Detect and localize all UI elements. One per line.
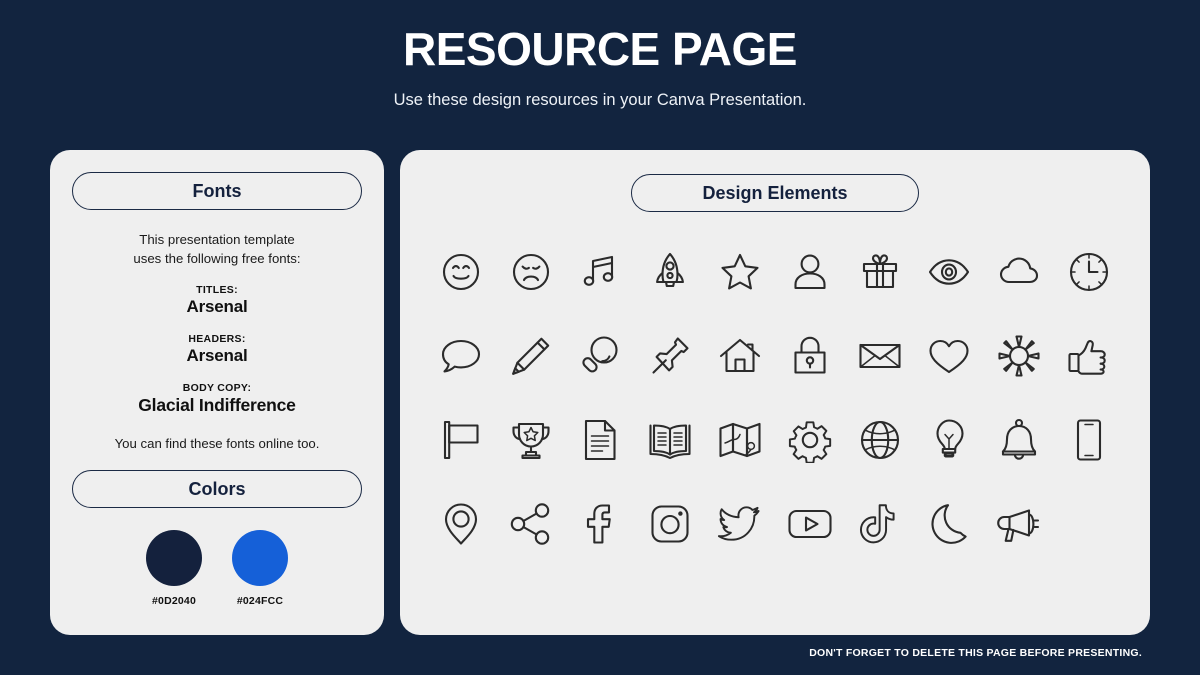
color-swatch-dot [146, 530, 202, 587]
smiley-face-icon[interactable] [426, 241, 496, 303]
design-elements-pill-label: Design Elements [702, 182, 848, 203]
envelope-icon[interactable] [845, 325, 915, 387]
page-header: RESOURCE PAGE Use these design resources… [0, 0, 1200, 110]
font-name-value: Arsenal [186, 346, 248, 366]
font-group-headers: HEADERS: Arsenal [72, 333, 362, 366]
font-role-label: BODY COPY: [182, 382, 252, 395]
lock-icon[interactable] [775, 325, 845, 387]
design-elements-pill[interactable]: Design Elements [631, 174, 919, 212]
colors-section: Colors #0D2040 #024FCC [72, 470, 362, 607]
page-subtitle: Use these design resources in your Canva… [393, 91, 807, 109]
design-elements-panel: Design Elements [400, 150, 1150, 635]
rocket-icon[interactable] [635, 241, 705, 303]
pushpin-icon[interactable] [635, 325, 705, 387]
fonts-section-pill[interactable]: Fonts [72, 172, 362, 210]
fonts-intro-line-1: This presentation template [139, 232, 295, 247]
music-note-icon[interactable] [566, 241, 636, 303]
location-pin-icon[interactable] [426, 493, 496, 555]
gear-icon[interactable] [775, 409, 845, 471]
page-title: RESOURCE PAGE [403, 23, 797, 75]
font-name-value: Glacial Indifference [138, 395, 296, 416]
font-group-titles: TITLES: Arsenal [72, 284, 362, 317]
font-role-label: HEADERS: [188, 333, 246, 346]
color-swatch-hex: #024FCC [236, 595, 284, 608]
twitter-icon[interactable] [705, 493, 775, 555]
fonts-pill-label: Fonts [192, 180, 242, 201]
pencil-icon[interactable] [496, 325, 566, 387]
megaphone-icon[interactable] [984, 493, 1054, 555]
globe-icon[interactable] [845, 409, 915, 471]
youtube-icon[interactable] [775, 493, 845, 555]
color-swatch-list: #0D2040 #024FCC [72, 530, 362, 607]
footer-note: DON'T FORGET TO DELETE THIS PAGE BEFORE … [809, 647, 1142, 659]
person-icon[interactable] [775, 241, 845, 303]
font-role-label: TITLES: [196, 284, 238, 297]
facebook-icon[interactable] [566, 493, 636, 555]
book-icon[interactable] [635, 409, 705, 471]
tiktok-icon[interactable] [845, 493, 915, 555]
share-icon[interactable] [496, 493, 566, 555]
thumbs-up-icon[interactable] [1054, 325, 1124, 387]
instagram-icon[interactable] [635, 493, 705, 555]
fonts-outro-text: You can find these fonts online too. [114, 436, 320, 452]
magnifier-icon[interactable] [566, 325, 636, 387]
color-swatch[interactable]: #0D2040 [134, 530, 214, 607]
font-group-body-copy: BODY COPY: Glacial Indifference [72, 382, 362, 416]
phone-icon[interactable] [1054, 409, 1124, 471]
fonts-panel: Fonts This presentation template uses th… [50, 150, 384, 635]
sun-icon[interactable] [984, 325, 1054, 387]
document-icon[interactable] [566, 409, 636, 471]
clock-icon[interactable] [1054, 241, 1124, 303]
heart-icon[interactable] [915, 325, 985, 387]
moon-icon[interactable] [915, 493, 985, 555]
sad-face-icon[interactable] [496, 241, 566, 303]
gift-icon[interactable] [845, 241, 915, 303]
fonts-intro-text: This presentation template uses the foll… [72, 230, 362, 268]
color-swatch[interactable]: #024FCC [220, 530, 300, 607]
map-icon[interactable] [705, 409, 775, 471]
star-icon[interactable] [705, 241, 775, 303]
house-icon[interactable] [705, 325, 775, 387]
eye-icon[interactable] [915, 241, 985, 303]
trophy-icon[interactable] [496, 409, 566, 471]
colors-section-pill[interactable]: Colors [72, 470, 362, 509]
lightbulb-icon[interactable] [915, 409, 985, 471]
panels-row: Fonts This presentation template uses th… [50, 150, 1150, 635]
colors-pill-label: Colors [188, 478, 246, 499]
icon-grid [400, 241, 1150, 555]
flag-icon[interactable] [426, 409, 496, 471]
color-swatch-dot [232, 530, 288, 587]
speech-bubble-icon[interactable] [426, 325, 496, 387]
color-swatch-hex: #0D2040 [151, 595, 197, 608]
font-name-value: Arsenal [186, 297, 248, 317]
bell-icon[interactable] [984, 409, 1054, 471]
cloud-icon[interactable] [984, 241, 1054, 303]
fonts-intro-line-2: uses the following free fonts: [133, 251, 301, 267]
